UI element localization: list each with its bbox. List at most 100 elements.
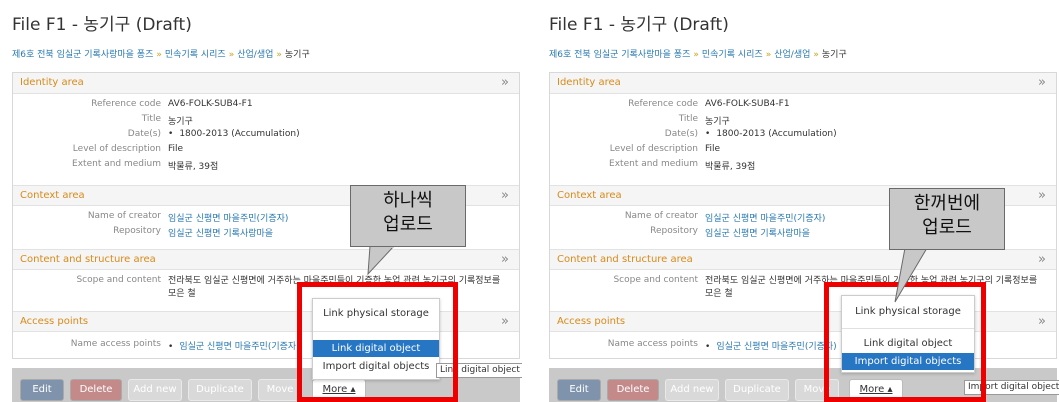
breadcrumb-separator-icon: » [156, 50, 162, 60]
expand-icon[interactable]: » [1038, 75, 1046, 90]
move-button[interactable]: Move [258, 379, 302, 401]
section-header[interactable]: Identity area » [13, 73, 519, 94]
field-label: Name of creator [624, 211, 698, 221]
field-label: Extent and medium [72, 159, 161, 169]
duplicate-button[interactable]: Duplicate [725, 379, 789, 401]
field-row: Title 농기구 [550, 112, 1056, 127]
field-value: 1800-2013 (Accumulation) [168, 129, 299, 139]
page-title: File F1 - 농기구 (Draft) [549, 15, 729, 35]
field-value: 1800-2013 (Accumulation) [705, 129, 836, 139]
breadcrumb-current: 농기구 [284, 50, 310, 60]
edit-button[interactable]: Edit [20, 379, 64, 401]
field-label: Name access points [607, 339, 698, 349]
section-title: Content and structure area [20, 254, 156, 265]
repository-link[interactable]: 임실군 신평면 기록사랑마을 [705, 226, 810, 239]
field-row: Extent and medium 박물류, 39점 [13, 157, 519, 172]
edit-button[interactable]: Edit [557, 379, 601, 401]
callout-line: 한꺼번에 [913, 193, 981, 214]
page-title: File F1 - 농기구 (Draft) [12, 15, 192, 35]
field-label: Repository [113, 226, 161, 236]
field-row: Extent and medium 박물류, 39점 [550, 157, 1056, 172]
field-value: AV6-FOLK-SUB4-F1 [168, 99, 253, 109]
field-row: Date(s) 1800-2013 (Accumulation) [13, 127, 519, 142]
breadcrumb-link[interactable]: 제6호 전북 임실군 기록사랑마을 퐁즈 [549, 50, 690, 60]
expand-icon[interactable]: » [501, 252, 509, 267]
section-title: Context area [20, 190, 85, 201]
breadcrumb-link[interactable]: 제6호 전북 임실군 기록사랑마을 퐁즈 [12, 50, 153, 60]
field-label: Date(s) [127, 129, 161, 139]
callout-line: 업로드 [383, 214, 433, 235]
section-title: Identity area [557, 77, 621, 88]
panel-bulk-upload: File F1 - 농기구 (Draft) 제6호 전북 임실군 기록사랑마을 … [537, 0, 1059, 402]
section-header[interactable]: Identity area » [550, 73, 1056, 94]
add-new-button[interactable]: Add new [128, 379, 182, 401]
expand-icon[interactable]: » [1038, 252, 1046, 267]
panel-single-upload: File F1 - 농기구 (Draft) 제6호 전북 임실군 기록사랑마을 … [0, 0, 522, 402]
callout-line: 하나씩 [383, 190, 433, 211]
access-point-link[interactable]: 임실군 신평면 마을주민(기증자) [168, 339, 299, 352]
field-row: Reference code AV6-FOLK-SUB4-F1 [550, 97, 1056, 112]
field-label: Title [678, 114, 698, 124]
identity-area: Identity area » Reference code AV6-FOLK-S… [13, 73, 519, 172]
breadcrumb-link[interactable]: 민속기록 시리즈 [702, 50, 763, 60]
field-value: 농기구 [705, 117, 730, 127]
section-title: Content and structure area [557, 254, 693, 265]
field-label: Repository [650, 226, 698, 236]
annotation-callout: 한꺼번에 업로드 [889, 188, 1005, 250]
delete-button[interactable]: Delete [607, 379, 659, 401]
callout-pointer-icon [367, 245, 396, 276]
breadcrumb-separator-icon: » [765, 50, 772, 60]
breadcrumb: 제6호 전북 임실군 기록사랑마을 퐁즈» 민속기록 시리즈» 산업/생업» 농기구 [549, 47, 847, 60]
highlight-box [297, 282, 458, 402]
field-row: Title 농기구 [13, 112, 519, 127]
creator-link[interactable]: 임실군 신평면 마을주민(기증자) [168, 211, 288, 224]
field-label: Reference code [91, 99, 161, 109]
field-value: File [705, 144, 721, 154]
section-header[interactable]: Content and structure area » [13, 249, 519, 270]
breadcrumb-separator-icon: » [228, 50, 235, 60]
section-title: Identity area [20, 77, 84, 88]
breadcrumb-current: 농기구 [821, 50, 847, 60]
breadcrumb-separator-icon: » [813, 50, 819, 60]
field-value: 박물류, 39점 [168, 162, 219, 172]
expand-icon[interactable]: » [1038, 314, 1046, 329]
duplicate-button[interactable]: Duplicate [188, 379, 252, 401]
field-label: Title [141, 114, 161, 124]
callout-line: 업로드 [922, 217, 972, 238]
access-point-link[interactable]: 임실군 신평면 마을주민(기증자) [705, 339, 836, 352]
expand-icon[interactable]: » [501, 188, 509, 203]
section-title: Access points [20, 316, 89, 327]
annotation-callout: 하나씩 업로드 [350, 185, 466, 247]
section-header[interactable]: Content and structure area » [550, 249, 1056, 270]
field-label: Level of description [609, 144, 698, 154]
field-row: Level of description File [550, 142, 1056, 157]
field-label: Name access points [70, 339, 161, 349]
expand-icon[interactable]: » [1038, 188, 1046, 203]
delete-button[interactable]: Delete [70, 379, 122, 401]
field-label: Scope and content [613, 275, 698, 285]
breadcrumb: 제6호 전북 임실군 기록사랑마을 퐁즈» 민속기록 시리즈» 산업/생업» 농기구 [12, 47, 310, 60]
expand-icon[interactable]: » [501, 75, 509, 90]
field-row: Level of description File [13, 142, 519, 157]
field-value: File [168, 144, 184, 154]
field-row: Date(s) 1800-2013 (Accumulation) [550, 127, 1056, 142]
breadcrumb-separator-icon: » [276, 50, 282, 60]
breadcrumb-link[interactable]: 산업/생업 [237, 50, 273, 60]
field-label: Level of description [72, 144, 161, 154]
field-label: Reference code [628, 99, 698, 109]
field-label: Name of creator [87, 211, 161, 221]
repository-link[interactable]: 임실군 신평면 기록사랑마을 [168, 226, 273, 239]
field-label: Scope and content [76, 275, 161, 285]
add-new-button[interactable]: Add new [665, 379, 719, 401]
callout-pointer-icon [894, 247, 928, 303]
field-label: Extent and medium [609, 159, 698, 169]
field-label: Date(s) [664, 129, 698, 139]
identity-area: Identity area » Reference code AV6-FOLK-S… [550, 73, 1056, 172]
field-value: AV6-FOLK-SUB4-F1 [705, 99, 790, 109]
section-title: Context area [557, 190, 622, 201]
field-value: 농기구 [168, 117, 193, 127]
breadcrumb-link[interactable]: 산업/생업 [774, 50, 810, 60]
creator-link[interactable]: 임실군 신평면 마을주민(기증자) [705, 211, 825, 224]
breadcrumb-link[interactable]: 민속기록 시리즈 [165, 50, 226, 60]
expand-icon[interactable]: » [501, 314, 509, 329]
